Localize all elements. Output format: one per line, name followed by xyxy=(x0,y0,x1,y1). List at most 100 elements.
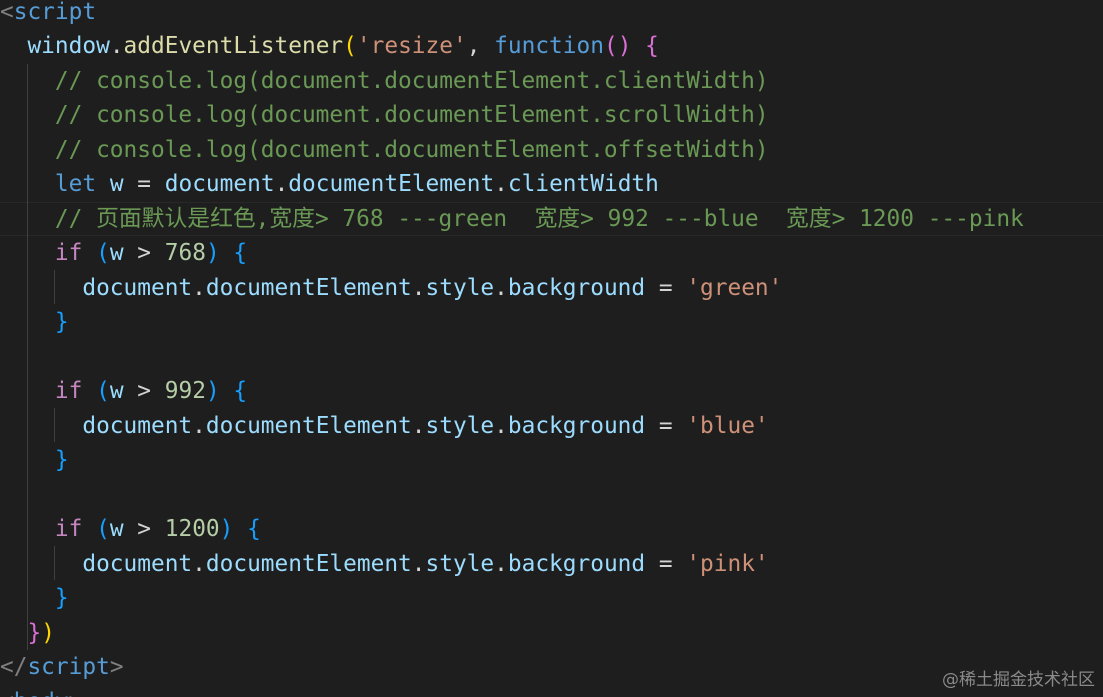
code-token: > xyxy=(109,654,124,680)
code-line[interactable]: window.addEventListener('resize', functi… xyxy=(0,29,658,64)
code-token: } xyxy=(54,447,69,473)
code-token: . xyxy=(192,274,206,301)
code-token: style xyxy=(425,550,495,577)
code-token: w xyxy=(109,378,124,404)
code-token: ) xyxy=(205,240,220,266)
code-token: . xyxy=(494,171,508,197)
code-line[interactable]: } xyxy=(0,581,69,616)
code-token: w xyxy=(109,240,124,266)
code-token: document xyxy=(82,412,193,439)
code-editor[interactable]: <script window.addEventListener('resize'… xyxy=(0,0,1103,697)
code-token: { xyxy=(247,516,261,542)
code-token: style xyxy=(425,412,495,439)
code-token: . xyxy=(411,412,426,439)
code-line[interactable]: document.documentElement.style.backgroun… xyxy=(0,409,769,444)
code-token: } xyxy=(54,309,69,335)
code-line[interactable]: // console.log(document.documentElement.… xyxy=(0,133,769,168)
code-token: . xyxy=(192,412,206,439)
code-token: = xyxy=(645,274,687,301)
code-token: script xyxy=(27,654,110,680)
code-token: . xyxy=(109,33,124,59)
code-token: background xyxy=(507,550,646,577)
code-line[interactable]: </script> xyxy=(0,650,124,685)
code-token: </ xyxy=(0,654,28,680)
code-token: window xyxy=(27,33,110,59)
code-line[interactable]: // console.log(document.documentElement.… xyxy=(0,98,769,133)
code-line[interactable]: // console.log(document.documentElement.… xyxy=(0,64,769,99)
code-token: addEventListener xyxy=(123,33,344,59)
code-token: = xyxy=(645,412,687,439)
code-token: document xyxy=(82,550,193,577)
code-token: ( xyxy=(96,516,110,542)
code-token: 1200 xyxy=(164,516,220,542)
code-line[interactable]: }) xyxy=(0,616,55,651)
code-token: . xyxy=(494,550,508,577)
code-line[interactable]: <body> xyxy=(0,685,82,697)
code-token: ( xyxy=(96,240,110,266)
code-line[interactable]: // 页面默认是红色,宽度> 768 ---green 宽度> 992 ---b… xyxy=(0,202,1024,237)
code-token: { xyxy=(233,240,248,266)
code-line[interactable]: let w = document.documentElement.clientW… xyxy=(0,167,659,202)
code-line[interactable]: document.documentElement.style.backgroun… xyxy=(0,271,782,306)
code-line[interactable]: } xyxy=(0,305,69,340)
code-token: script xyxy=(13,0,97,25)
code-line[interactable]: document.documentElement.style.backgroun… xyxy=(0,547,769,582)
code-token: if xyxy=(54,378,83,404)
code-token: . xyxy=(411,274,426,301)
code-token: documentElement xyxy=(205,412,412,439)
code-token: background xyxy=(507,412,646,439)
code-token: > xyxy=(69,689,83,697)
code-line[interactable]: if (w > 768) { xyxy=(0,236,247,271)
code-token: document xyxy=(82,274,193,301)
code-token: . xyxy=(192,550,206,577)
code-token: 'pink' xyxy=(686,550,769,577)
code-token: // console.log(document.documentElement.… xyxy=(54,136,769,163)
code-token: clientWidth xyxy=(507,171,659,197)
code-token: 'resize' xyxy=(356,33,467,59)
code-token: . xyxy=(274,171,289,197)
code-token: let xyxy=(54,171,97,197)
code-token: > xyxy=(123,378,165,404)
code-token: 'blue' xyxy=(686,412,769,439)
code-line[interactable]: if (w > 992) { xyxy=(0,374,247,409)
code-token: style xyxy=(425,274,495,301)
code-line[interactable]: if (w > 1200) { xyxy=(0,512,261,547)
code-token: // console.log(document.documentElement.… xyxy=(54,102,769,128)
code-token: , xyxy=(466,33,495,59)
code-token: . xyxy=(494,274,508,301)
code-token: w xyxy=(109,516,124,542)
code-token: . xyxy=(494,412,508,439)
code-line[interactable]: <script xyxy=(0,0,96,29)
code-token: () xyxy=(603,33,632,59)
code-token: 992 xyxy=(164,378,206,404)
code-token: function xyxy=(494,33,604,59)
code-line[interactable]: } xyxy=(0,443,69,478)
code-token: documentElement xyxy=(205,550,412,577)
code-token: if xyxy=(54,240,83,266)
code-token: ) xyxy=(205,378,220,404)
code-token: ) xyxy=(41,619,55,646)
code-token: = xyxy=(645,550,687,577)
code-token: < xyxy=(0,0,14,25)
code-token: documentElement xyxy=(288,171,495,197)
code-token: > xyxy=(123,516,165,542)
